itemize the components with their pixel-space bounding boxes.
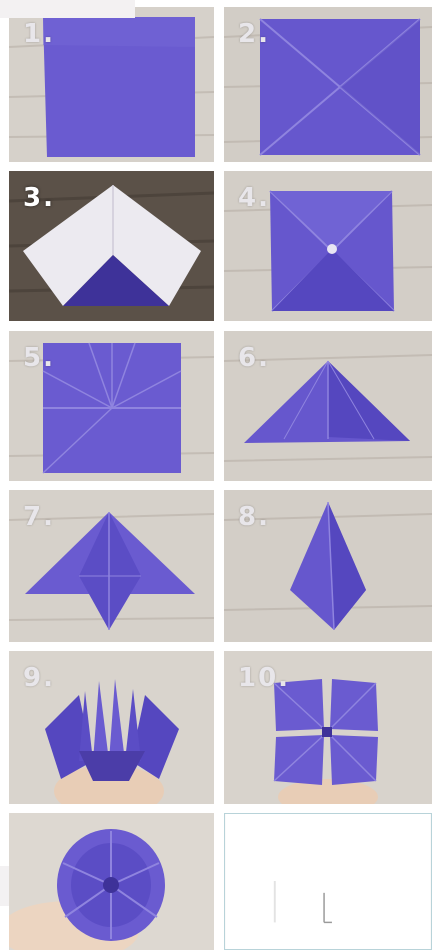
step-6-panel: 6. [224, 331, 432, 481]
step-1-number: 1. [23, 19, 55, 49]
step-5-panel: 5. [9, 331, 214, 481]
blank-panel [224, 813, 432, 950]
step-8-panel: 8. [224, 490, 432, 642]
step-3-panel: 3. [9, 171, 214, 321]
step-7-panel: 7. [9, 490, 214, 642]
top-left-overlay [0, 0, 135, 18]
step-5-number: 5. [23, 343, 55, 373]
final-result-illustration [9, 813, 214, 950]
step-9-number: 9. [23, 663, 55, 693]
step-6-number: 6. [238, 343, 270, 373]
origami-steps-grid: 1. 2. 3. 4. 5. 6. 7. 8. 9. 10. [0, 0, 440, 950]
step-2-number: 2. [238, 19, 270, 49]
left-edge-overlay [0, 866, 9, 906]
step-4-number: 4. [238, 183, 270, 213]
step-1-panel: 1. [9, 7, 214, 162]
step-3-number: 3. [23, 183, 55, 213]
step-2-panel: 2. [224, 7, 432, 162]
final-result-panel [9, 813, 214, 950]
step-10-panel: 10. [224, 651, 432, 804]
step-4-panel: 4. [224, 171, 432, 321]
step-7-number: 7. [23, 502, 55, 532]
step-9-panel: 9. [9, 651, 214, 804]
step-10-number: 10. [238, 663, 291, 693]
step-8-number: 8. [238, 502, 270, 532]
blank-panel-marks [225, 814, 431, 949]
